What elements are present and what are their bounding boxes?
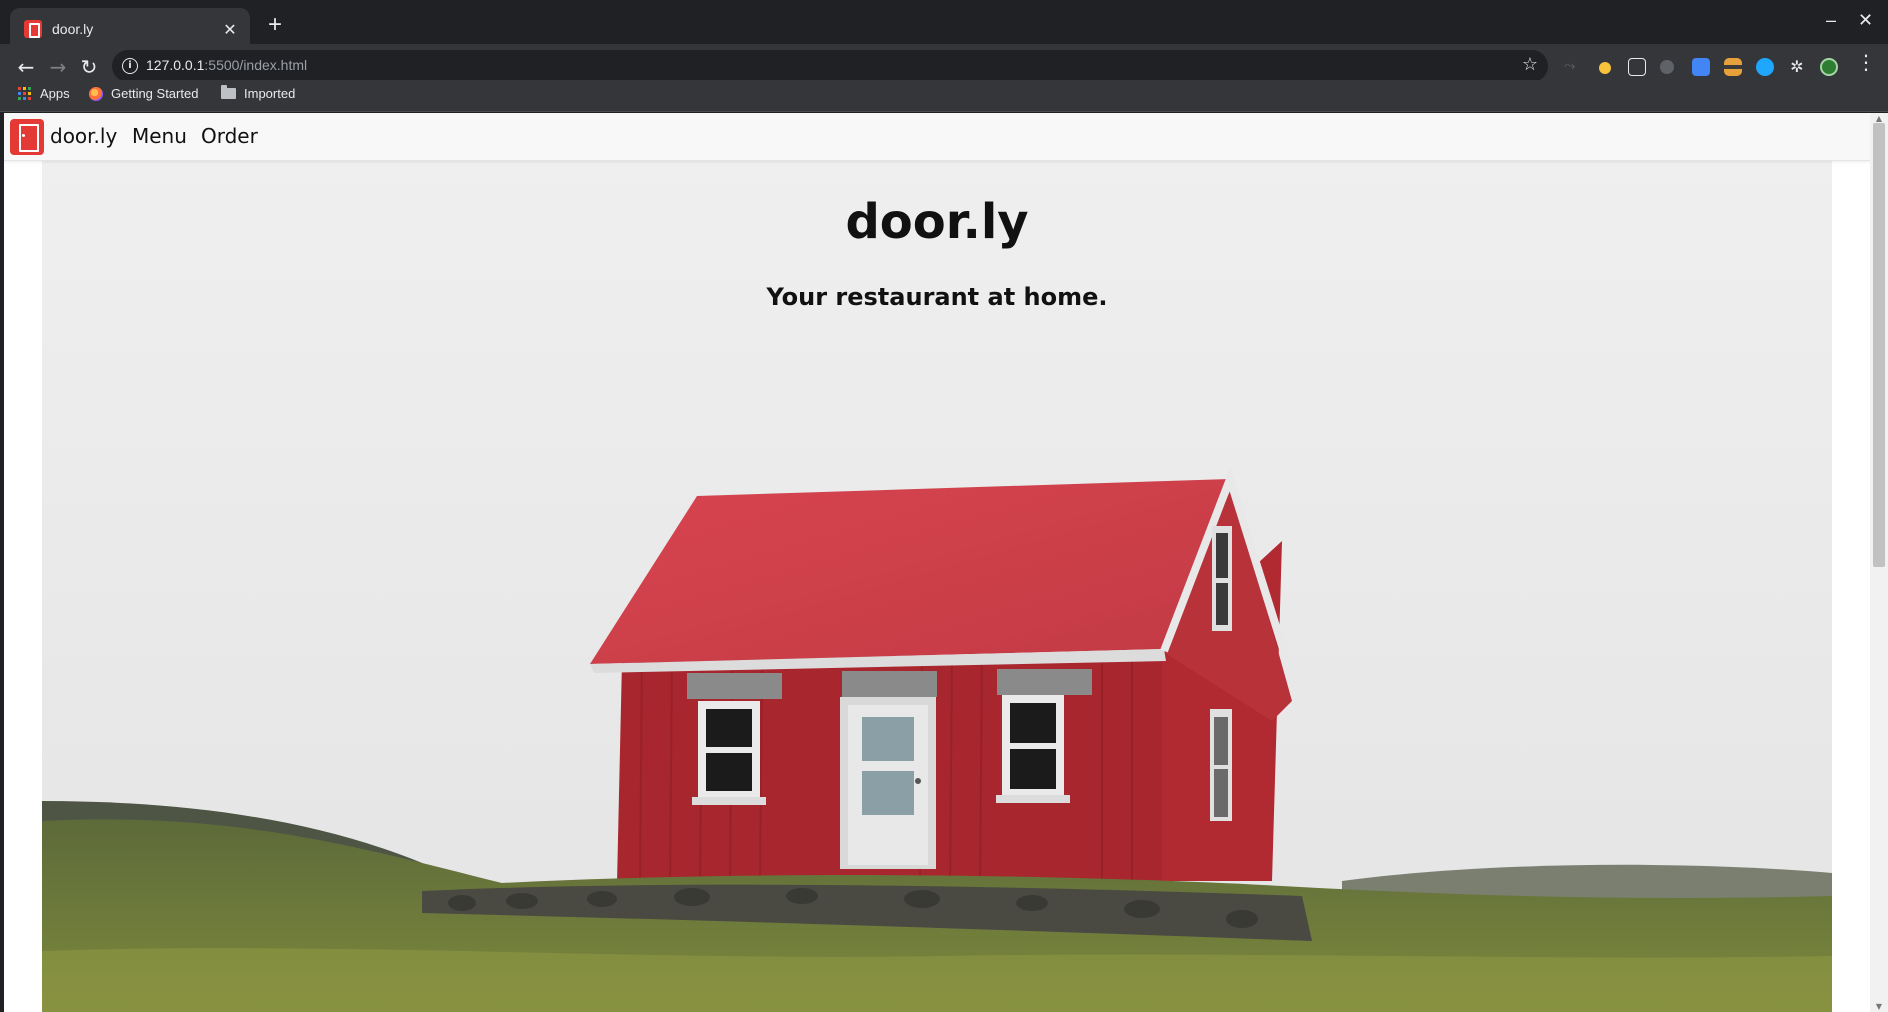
bookmark-getting-started[interactable]: Getting Started [89,86,198,101]
info-icon[interactable]: i [122,58,138,74]
door-logo-icon[interactable] [10,119,44,155]
extension-burger-icon[interactable] [1724,58,1742,76]
site-navbar: door.ly Menu Order [4,113,1870,161]
bookmark-label: Getting Started [111,86,199,101]
minimize-button[interactable]: – [1826,10,1836,31]
folder-icon [221,85,236,99]
bookmarks-bar: Apps Getting Started Imported [0,80,1888,112]
firefox-icon [89,86,103,101]
translate-extension-icon[interactable] [1692,58,1710,76]
scrollbar-thumb[interactable] [1873,123,1885,567]
scroll-up-icon[interactable]: ▲ [1874,114,1884,123]
extension-glasses-icon[interactable] [1628,58,1646,76]
bookmark-label: Imported [244,86,296,101]
hero-section: door.ly Your restaurant at home. [42,161,1832,1012]
forward-arrow-icon[interactable]: → [44,53,72,81]
bookmark-imported[interactable]: Imported [221,85,296,101]
apps-grid-icon [18,86,32,101]
new-tab-button[interactable]: + [262,12,288,38]
extensions-icon[interactable]: ✲ [1788,58,1806,76]
back-arrow-icon[interactable]: ← [12,53,40,81]
url-text: 127.0.0.1:5500/index.html [146,57,308,73]
hero-title: door.ly [845,194,1029,250]
nav-link-menu[interactable]: Menu [132,124,187,148]
nav-link-order[interactable]: Order [201,124,258,148]
scroll-down-icon[interactable]: ▼ [1874,1002,1884,1011]
bookmark-label: Apps [40,86,70,101]
page-viewport: door.ly Menu Order door.ly Your restaura… [4,113,1870,1012]
page-scrollbar[interactable]: ▲ ▼ [1870,113,1888,1012]
tab-title: door.ly [52,21,94,37]
close-window-button[interactable]: ✕ [1858,10,1873,31]
brand-link[interactable]: door.ly [50,124,117,148]
close-tab-icon[interactable]: ✕ [220,20,240,39]
tab-strip: door.ly ✕ + – ✕ [0,0,1888,50]
address-bar[interactable]: i 127.0.0.1:5500/index.html ☆ [112,50,1548,82]
profile-avatar[interactable] [1820,58,1838,76]
star-icon[interactable]: ☆ [1522,54,1538,75]
hero-subtitle: Your restaurant at home. [766,283,1108,311]
extension-x-icon[interactable] [1756,58,1774,76]
site-favicon-icon [24,20,42,38]
extension-puzzle-dim-icon[interactable]: ⤳ [1564,58,1582,76]
extension-shield-icon[interactable] [1660,60,1674,74]
more-menu-icon[interactable]: ⋮ [1856,50,1876,74]
bookmark-apps[interactable]: Apps [18,86,70,101]
reload-icon[interactable]: ↻ [75,53,103,81]
extension-hand-icon[interactable] [1596,58,1614,76]
